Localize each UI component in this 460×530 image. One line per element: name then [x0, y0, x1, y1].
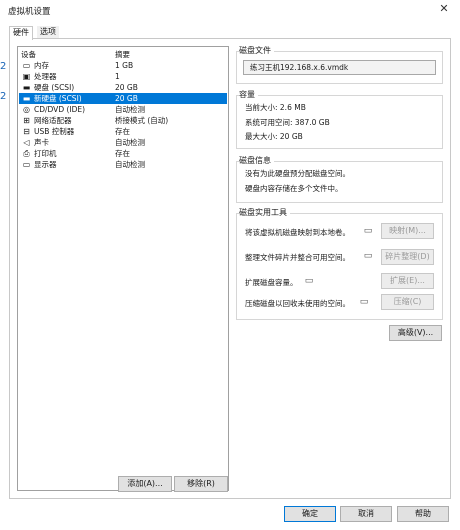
device-row-network-adapter[interactable]: ⊞ 网络适配器 桥接模式 (自动): [19, 115, 227, 126]
device-name: CD/DVD (IDE): [34, 105, 86, 114]
expand-description: 扩展磁盘容量。: [245, 278, 298, 287]
available-space-text: 系统可用空间: 387.0 GB: [245, 118, 330, 127]
usb-icon: ⊟: [23, 127, 30, 136]
processor-icon: ▣: [22, 72, 31, 81]
note-icon: ▭: [304, 276, 314, 286]
device-name: 硬盘 (SCSI): [34, 83, 75, 92]
note-icon: ▭: [363, 226, 373, 236]
device-summary: 20 GB: [115, 94, 138, 103]
summary-column-header[interactable]: 摘要: [115, 49, 130, 60]
device-row-printer[interactable]: ⎙ 打印机 存在: [19, 148, 227, 159]
device-name: 新硬盘 (SCSI): [34, 94, 82, 103]
map-description: 将该虚拟机磁盘映射到本地卷。: [245, 228, 350, 237]
disk-info-line1: 没有为此硬盘预分配磁盘空间。: [245, 169, 350, 178]
background-edge-glyph: 2: [0, 61, 7, 72]
device-summary: 存在: [115, 127, 130, 136]
device-column-header[interactable]: 设备: [21, 49, 36, 60]
max-size-text: 最大大小: 20 GB: [245, 132, 303, 141]
cancel-button[interactable]: 取消: [340, 506, 392, 522]
capacity-title: 容量: [239, 89, 258, 100]
map-button[interactable]: 映射(M)...: [381, 223, 434, 239]
device-name: 内存: [34, 61, 49, 70]
ok-button[interactable]: 确定: [284, 506, 336, 522]
device-list[interactable]: 设备 摘要 ▭ 内存 1 GB ▣ 处理器 1 ▬ 硬盘 (SCSI) 20 G…: [17, 46, 229, 491]
device-summary: 1 GB: [115, 61, 134, 70]
device-summary: 桥接模式 (自动): [115, 116, 169, 125]
disk-info-title: 磁盘信息: [239, 155, 274, 166]
disk-file-field[interactable]: 练习王机192.168.x.6.vmdk: [243, 60, 436, 75]
device-name: 显示器: [34, 160, 57, 169]
remove-device-button[interactable]: 移除(R): [174, 476, 228, 492]
disk-utilities-title: 磁盘实用工具: [239, 207, 290, 218]
device-row-memory[interactable]: ▭ 内存 1 GB: [19, 60, 227, 71]
note-icon: ▭: [359, 297, 369, 307]
defragment-button[interactable]: 碎片整理(D): [381, 249, 434, 265]
device-name: USB 控制器: [34, 127, 75, 136]
device-row-display[interactable]: ▭ 显示器 自动检测: [19, 159, 227, 170]
title-bar: [0, 0, 460, 20]
device-summary: 自动检测: [115, 138, 145, 147]
device-row-new-hard-disk[interactable]: ▬ 新硬盘 (SCSI) 20 GB: [19, 93, 227, 104]
device-summary: 20 GB: [115, 83, 138, 92]
device-summary: 自动检测: [115, 105, 145, 114]
compact-button[interactable]: 压缩(C): [381, 294, 434, 310]
device-row-hard-disk[interactable]: ▬ 硬盘 (SCSI) 20 GB: [19, 82, 227, 93]
hard-disk-icon: ▬: [22, 94, 31, 103]
memory-icon: ▭: [22, 61, 31, 70]
device-name: 网络适配器: [34, 116, 72, 125]
window-title: 虚拟机设置: [8, 7, 51, 17]
disk-file-title: 磁盘文件: [239, 45, 274, 56]
device-name: 打印机: [34, 149, 57, 158]
network-adapter-icon: ⊞: [23, 116, 30, 125]
device-summary: 1: [115, 72, 120, 81]
device-row-usb-controller[interactable]: ⊟ USB 控制器 存在: [19, 126, 227, 137]
disk-info-line2: 硬盘内容存储在多个文件中。: [245, 184, 343, 193]
background-edge-glyph: 2: [0, 91, 7, 102]
cd-dvd-icon: ◎: [23, 105, 30, 114]
help-button[interactable]: 帮助: [397, 506, 449, 522]
expand-button[interactable]: 扩展(E)...: [381, 273, 434, 289]
device-name: 声卡: [34, 138, 49, 147]
device-row-cd-dvd[interactable]: ◎ CD/DVD (IDE) 自动检测: [19, 104, 227, 115]
sound-card-icon: ◁: [23, 138, 30, 147]
tab-options[interactable]: 选项: [37, 26, 59, 38]
current-size-text: 当前大小: 2.6 MB: [245, 103, 306, 112]
close-icon[interactable]: ✕: [437, 2, 451, 16]
device-row-sound-card[interactable]: ◁ 声卡 自动检测: [19, 137, 227, 148]
compact-description: 压缩磁盘以回收未使用的空间。: [245, 299, 350, 308]
advanced-button[interactable]: 高级(V)...: [389, 325, 442, 341]
device-name: 处理器: [34, 72, 57, 81]
device-row-processor[interactable]: ▣ 处理器 1: [19, 71, 227, 82]
printer-icon: ⎙: [23, 149, 30, 158]
display-icon: ▭: [22, 160, 31, 169]
defrag-description: 整理文件碎片并整合可用空间。: [245, 253, 350, 262]
tab-hardware[interactable]: 硬件: [9, 26, 33, 40]
note-icon: ▭: [363, 251, 373, 261]
add-device-button[interactable]: 添加(A)...: [118, 476, 172, 492]
device-summary: 自动检测: [115, 160, 145, 169]
hard-disk-icon: ▬: [22, 83, 31, 92]
device-summary: 存在: [115, 149, 130, 158]
